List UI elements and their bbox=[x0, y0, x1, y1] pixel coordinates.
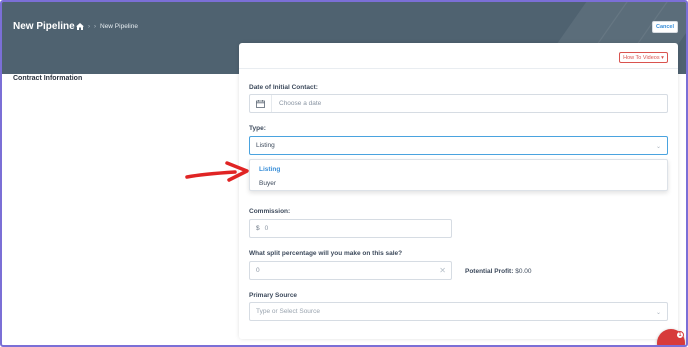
dollar-prefix: $ bbox=[256, 225, 260, 232]
commission-input[interactable]: $ 0 bbox=[249, 219, 452, 238]
type-label: Type: bbox=[249, 125, 266, 132]
split-value: 0 bbox=[256, 267, 260, 274]
type-value: Listing bbox=[256, 142, 275, 149]
red-arrow-annotation bbox=[185, 161, 249, 182]
clear-icon[interactable]: ✕ bbox=[439, 266, 446, 275]
calendar-icon[interactable] bbox=[250, 95, 272, 112]
type-dropdown: Listing Buyer bbox=[249, 159, 668, 191]
app-frame: New Pipeline › › New Pipeline Cancel Con… bbox=[0, 0, 688, 347]
card-divider bbox=[239, 68, 678, 69]
date-placeholder: Choose a date bbox=[279, 100, 322, 107]
profit-value: $0.00 bbox=[515, 268, 532, 275]
date-label: Date of Initial Contact: bbox=[249, 84, 318, 91]
commission-value: 0 bbox=[264, 225, 269, 232]
commission-label: Commission: bbox=[249, 208, 291, 215]
source-label: Primary Source bbox=[249, 292, 298, 299]
profit-label: Potential Profit: bbox=[465, 268, 514, 275]
breadcrumb-current: New Pipeline bbox=[100, 23, 138, 30]
cancel-button[interactable]: Cancel bbox=[652, 21, 678, 33]
chevron-down-icon: ⌄ bbox=[655, 310, 661, 316]
split-label: What split percentage will you make on t… bbox=[249, 250, 403, 257]
breadcrumb-separator: › bbox=[88, 23, 90, 30]
chat-badge: 1 bbox=[676, 331, 684, 339]
source-placeholder: Type or Select Source bbox=[256, 308, 320, 315]
breadcrumb-separator: › bbox=[94, 23, 96, 30]
type-select[interactable]: Listing ⌄ bbox=[249, 136, 668, 155]
section-label: Contract Information bbox=[13, 75, 83, 82]
how-to-videos-button[interactable]: How To Videos ▾ bbox=[619, 52, 668, 63]
type-option-listing[interactable]: Listing bbox=[259, 166, 280, 173]
potential-profit: Potential Profit: $0.00 bbox=[465, 268, 531, 275]
type-option-buyer[interactable]: Buyer bbox=[259, 180, 276, 187]
chevron-down-icon: ⌄ bbox=[655, 144, 661, 150]
source-select[interactable]: Type or Select Source ⌄ bbox=[249, 302, 668, 321]
breadcrumb: › › New Pipeline bbox=[76, 23, 138, 30]
page-title: New Pipeline bbox=[13, 21, 75, 32]
split-input[interactable]: 0 ✕ bbox=[249, 261, 452, 280]
date-input[interactable]: Choose a date bbox=[249, 94, 668, 113]
home-icon[interactable] bbox=[76, 23, 84, 30]
